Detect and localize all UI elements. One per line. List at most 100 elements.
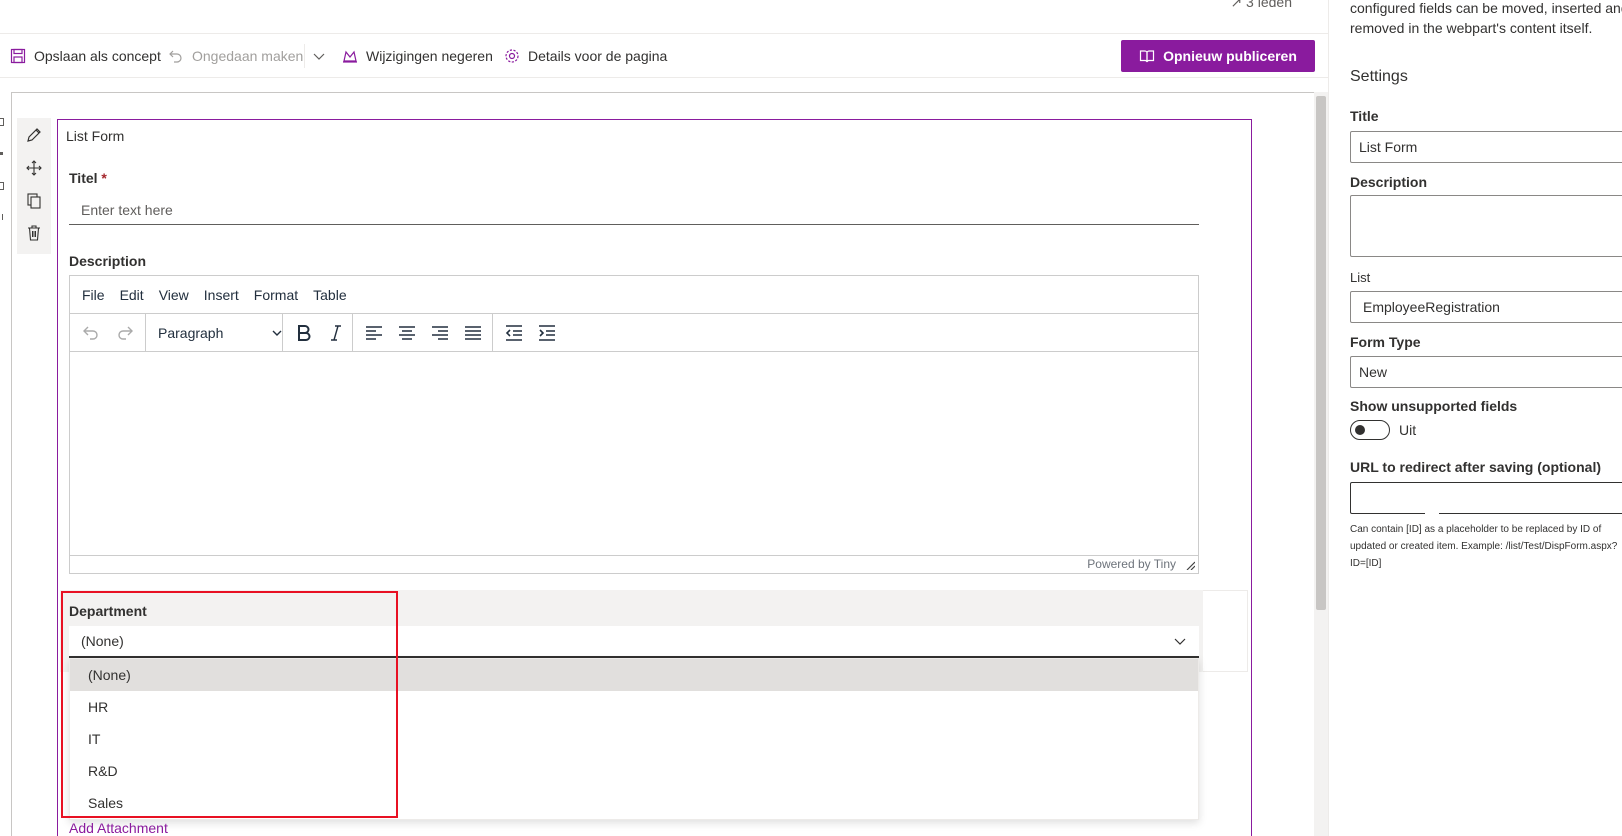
page-details-label: Details voor de pagina (528, 48, 668, 64)
settings-heading: Settings (1350, 68, 1408, 85)
menu-view[interactable]: View (159, 287, 189, 303)
toggle-state-text: Uit (1399, 422, 1417, 438)
italic-icon (331, 325, 341, 341)
bold-button[interactable] (295, 324, 313, 342)
toggle-knob (1355, 425, 1365, 435)
discard-changes-button[interactable]: Wijzigingen negeren (342, 34, 493, 78)
page-details-button[interactable]: Details voor de pagina (504, 34, 667, 78)
divider (304, 44, 305, 68)
menu-file[interactable]: File (82, 287, 105, 303)
chevron-down-icon (272, 330, 282, 336)
pane-unsupported-label: Show unsupported fields (1350, 398, 1518, 414)
indent-group (493, 314, 569, 352)
delete-webpart-button[interactable] (25, 224, 43, 242)
editor-redo-button[interactable] (116, 324, 134, 342)
undo-icon (83, 326, 98, 340)
pane-description-label: Description (1350, 174, 1428, 190)
input-border-gap (1425, 511, 1439, 515)
editor-undo-button[interactable] (82, 324, 100, 342)
text-style-group (283, 314, 353, 352)
unsupported-fields-toggle[interactable] (1350, 420, 1390, 440)
indent-button[interactable] (538, 324, 556, 342)
move-icon (26, 160, 42, 176)
menu-insert[interactable]: Insert (204, 287, 239, 303)
resize-icon (1186, 561, 1195, 570)
scrollbar-thumb[interactable] (1316, 96, 1326, 610)
pane-redirect-label: URL to redirect after saving (optional) (1350, 459, 1601, 475)
edit-webpart-button[interactable] (25, 126, 43, 144)
republish-button[interactable]: Opnieuw publiceren (1121, 40, 1315, 72)
discard-label: Wijzigingen negeren (366, 48, 493, 64)
delete-icon (28, 225, 40, 241)
outdent-button[interactable] (505, 324, 523, 342)
resize-handle[interactable] (1185, 560, 1195, 570)
pane-title-label: Title (1350, 108, 1379, 124)
add-attachment-link[interactable]: Add Attachment (69, 820, 168, 836)
align-justify-button[interactable] (464, 324, 482, 342)
pane-title-value: List Form (1359, 139, 1418, 155)
department-field-edge (1203, 590, 1248, 672)
italic-button[interactable] (327, 324, 345, 342)
chevron-down-icon (313, 53, 325, 60)
powered-by-text[interactable]: Powered by Tiny (1087, 557, 1176, 571)
indent-icon (539, 325, 555, 341)
editor-statusbar: Powered by Tiny (70, 555, 1198, 573)
copy-icon (27, 193, 41, 209)
align-right-button[interactable] (431, 324, 449, 342)
required-marker: * (101, 170, 107, 186)
redirect-url-input[interactable] (1350, 482, 1622, 514)
align-left-button[interactable] (365, 324, 383, 342)
redo-icon (118, 326, 133, 340)
menu-edit[interactable]: Edit (120, 287, 144, 303)
editor-menubar: File Edit View Insert Format Table (70, 276, 1198, 314)
chevron-down-icon (1174, 638, 1186, 645)
align-left-icon (366, 326, 382, 340)
pane-formtype-dropdown[interactable]: New (1350, 356, 1622, 388)
title-input[interactable] (69, 196, 1199, 225)
discard-icon (343, 50, 357, 63)
outdent-icon (505, 325, 522, 341)
webpart-toolbar (17, 118, 51, 254)
history-group (70, 314, 146, 352)
title-field-label: Titel * (69, 170, 107, 186)
align-center-icon (399, 326, 415, 340)
align-center-button[interactable] (398, 324, 416, 342)
pane-list-value: EmployeeRegistration (1363, 299, 1500, 315)
gear-icon (505, 49, 519, 63)
highlight-annotation (61, 591, 398, 818)
title-label-text: Titel (69, 170, 98, 186)
book-icon (1139, 50, 1155, 63)
members-link[interactable]: ↗ 3 leden (1230, 0, 1292, 11)
align-right-icon (432, 326, 448, 340)
more-dropdown-button[interactable] (311, 34, 327, 78)
save-draft-label: Opslaan als concept (34, 48, 161, 64)
left-rail-fragment (0, 110, 6, 230)
pane-formtype-label: Form Type (1350, 334, 1421, 350)
undo-label: Ongedaan maken (192, 48, 304, 64)
webpart-title: List Form (66, 128, 125, 144)
rich-text-editor: File Edit View Insert Format Table Parag… (69, 275, 1199, 574)
pane-list-label: List (1350, 270, 1371, 285)
editor-toolbar: Paragraph (70, 314, 1198, 352)
command-bar: Opslaan als concept Ongedaan maken Wijzi… (0, 34, 1328, 78)
republish-label: Opnieuw publiceren (1163, 48, 1297, 64)
pane-list-dropdown[interactable]: EmployeeRegistration (1350, 291, 1622, 323)
redirect-help-text: Can contain [ID] as a placeholder to be … (1350, 524, 1618, 569)
menu-format[interactable]: Format (254, 287, 298, 303)
block-format-select[interactable]: Paragraph (158, 314, 283, 352)
pane-description-input[interactable] (1350, 195, 1622, 257)
menu-table[interactable]: Table (313, 287, 346, 303)
align-justify-icon (465, 326, 481, 340)
bold-icon (298, 325, 311, 341)
undo-button[interactable]: Ongedaan maken (168, 34, 303, 78)
duplicate-webpart-button[interactable] (25, 192, 43, 210)
pencil-icon (27, 128, 41, 142)
undo-icon (169, 50, 182, 63)
move-webpart-button[interactable] (25, 159, 43, 177)
save-draft-button[interactable]: Opslaan als concept (10, 34, 161, 78)
block-format-group: Paragraph (146, 314, 283, 352)
top-header: ↗ 3 leden (0, 0, 1328, 34)
block-format-value: Paragraph (158, 325, 224, 341)
pane-title-input[interactable]: List Form (1350, 131, 1622, 163)
alignment-group (353, 314, 493, 352)
